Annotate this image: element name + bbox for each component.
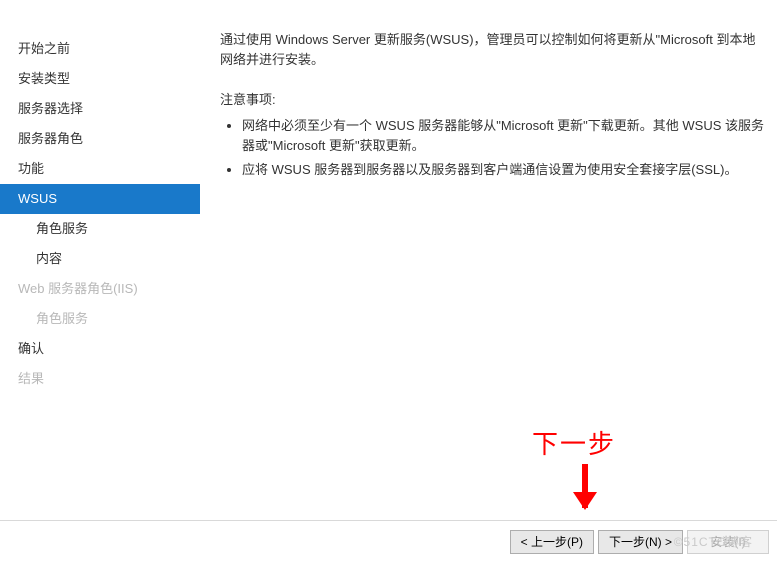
sidebar-item-wsus-role-services[interactable]: 角色服务 [0, 214, 200, 244]
wizard-sidebar: 开始之前 安装类型 服务器选择 服务器角色 功能 WSUS 角色服务 内容 We… [0, 0, 200, 520]
content-paragraph-1: 通过使用 Windows Server 更新服务(WSUS)，管理员可以控制如何… [220, 30, 767, 70]
sidebar-item-label: 角色服务 [36, 221, 88, 236]
sidebar-item-label: WSUS [18, 191, 57, 206]
sidebar-item-results: 结果 [0, 364, 200, 394]
sidebar-item-iis-role: Web 服务器角色(IIS) [0, 274, 200, 304]
sidebar-item-label: 结果 [18, 371, 44, 386]
sidebar-item-server-select[interactable]: 服务器选择 [0, 94, 200, 124]
sidebar-item-iis-role-services: 角色服务 [0, 304, 200, 334]
content-bullet-2: 应将 WSUS 服务器到服务器以及服务器到客户端通信设置为使用安全套接字层(SS… [242, 160, 767, 180]
sidebar-item-confirm[interactable]: 确认 [0, 334, 200, 364]
sidebar-item-label: 功能 [18, 161, 44, 176]
sidebar-item-label: 内容 [36, 251, 62, 266]
previous-button[interactable]: < 上一步(P) [510, 530, 594, 554]
content-bullets: 网络中必须至少有一个 WSUS 服务器能够从"Microsoft 更新"下载更新… [220, 116, 767, 180]
sidebar-item-label: 安装类型 [18, 71, 70, 86]
sidebar-item-server-roles[interactable]: 服务器角色 [0, 124, 200, 154]
sidebar-item-features[interactable]: 功能 [0, 154, 200, 184]
sidebar-item-wsus-content[interactable]: 内容 [0, 244, 200, 274]
sidebar-item-before-begin[interactable]: 开始之前 [0, 34, 200, 64]
sidebar-item-wsus[interactable]: WSUS [0, 184, 200, 214]
wizard-content: 通过使用 Windows Server 更新服务(WSUS)，管理员可以控制如何… [200, 0, 777, 520]
sidebar-item-label: 服务器角色 [18, 131, 83, 146]
install-button: 安装(I) [687, 530, 769, 554]
sidebar-item-label: 服务器选择 [18, 101, 83, 116]
sidebar-item-install-type[interactable]: 安装类型 [0, 64, 200, 94]
content-note-heading: 注意事项: [220, 90, 767, 110]
content-bullet-1: 网络中必须至少有一个 WSUS 服务器能够从"Microsoft 更新"下载更新… [242, 116, 767, 156]
sidebar-item-label: 确认 [18, 341, 44, 356]
sidebar-item-label: 角色服务 [36, 311, 88, 326]
sidebar-item-label: 开始之前 [18, 41, 70, 56]
sidebar-item-label: Web 服务器角色(IIS) [18, 281, 138, 296]
wizard-button-bar: < 上一步(P) 下一步(N) > 安装(I) [0, 520, 777, 562]
next-button[interactable]: 下一步(N) > [598, 530, 683, 554]
